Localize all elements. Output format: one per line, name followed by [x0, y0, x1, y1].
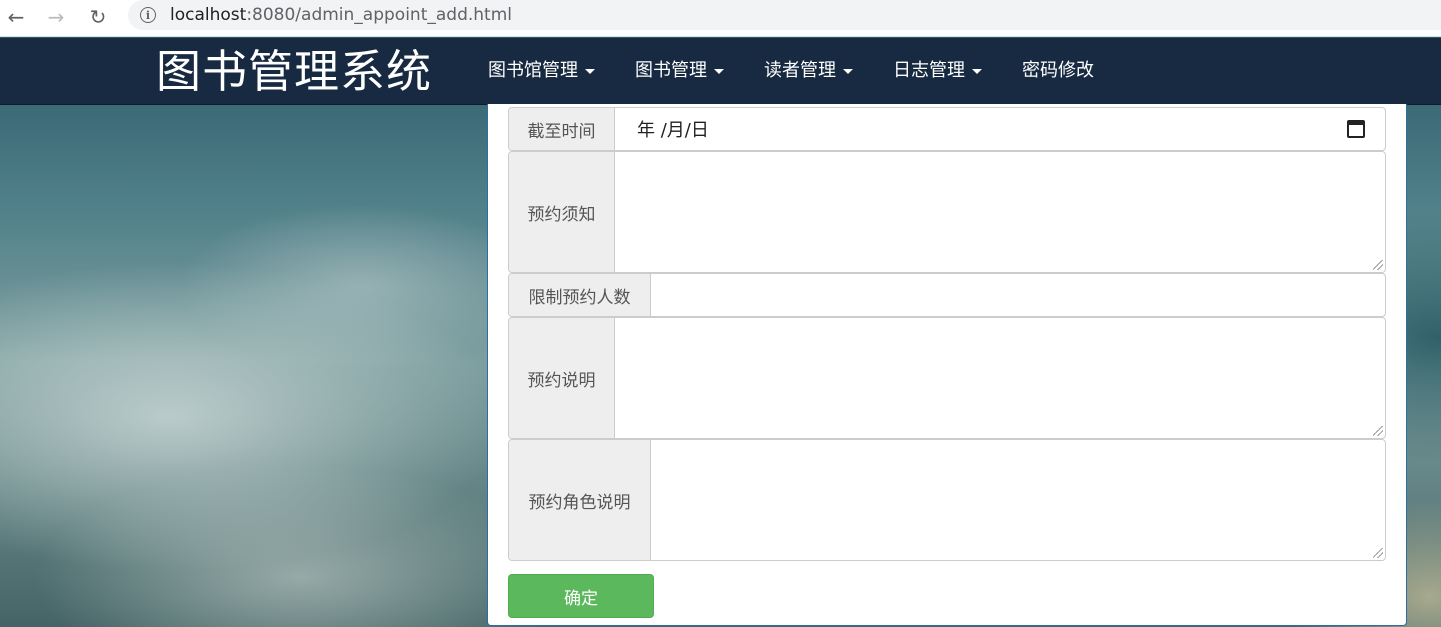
deadline-label: 截至时间	[509, 108, 615, 150]
url-host: localhost	[170, 5, 247, 25]
url-path: :8080/admin_appoint_add.html	[246, 5, 512, 25]
caret-down-icon	[972, 68, 982, 74]
resize-handle-icon[interactable]	[1373, 426, 1383, 436]
main-menu: 图书馆管理 图书管理 读者管理 日志管理 密码修改	[488, 60, 1134, 82]
resize-handle-icon[interactable]	[1373, 548, 1383, 558]
forward-icon[interactable]: →	[42, 3, 70, 31]
menu-label: 密码修改	[1022, 60, 1094, 81]
role-description-label: 预约角色说明	[509, 440, 651, 560]
reload-icon[interactable]: ↻	[84, 3, 112, 31]
menu-label: 图书馆管理	[488, 60, 578, 81]
limit-input[interactable]	[651, 274, 1385, 316]
caret-down-icon	[714, 68, 724, 74]
role-description-textarea[interactable]	[651, 440, 1385, 560]
description-textarea[interactable]	[615, 318, 1385, 438]
limit-row: 限制预约人数	[508, 273, 1386, 317]
deadline-row: 截至时间 年 /月/日	[508, 107, 1386, 151]
menu-reader-management[interactable]: 读者管理	[764, 60, 853, 82]
menu-book-management[interactable]: 图书管理	[635, 60, 724, 82]
menu-label: 读者管理	[764, 60, 836, 81]
date-placeholder: 年 /月/日	[637, 120, 709, 141]
info-icon[interactable]: i	[140, 7, 156, 23]
description-label: 预约说明	[509, 318, 615, 438]
role-description-row: 预约角色说明	[508, 439, 1386, 561]
confirm-button[interactable]: 确定	[508, 574, 654, 618]
description-row: 预约说明	[508, 317, 1386, 439]
top-navbar: 图书管理系统 图书馆管理 图书管理 读者管理 日志管理 密码修改	[0, 38, 1441, 105]
address-bar[interactable]: i localhost:8080/admin_appoint_add.html	[128, 0, 1441, 30]
menu-library-management[interactable]: 图书馆管理	[488, 60, 595, 82]
url-text[interactable]: localhost:8080/admin_appoint_add.html	[170, 5, 512, 25]
menu-label: 图书管理	[635, 60, 707, 81]
menu-label: 日志管理	[893, 60, 965, 81]
caret-down-icon	[843, 68, 853, 74]
brand-title[interactable]: 图书管理系统	[156, 46, 432, 98]
menu-log-management[interactable]: 日志管理	[893, 60, 982, 82]
notice-textarea[interactable]	[615, 152, 1385, 272]
notice-label: 预约须知	[509, 152, 615, 272]
calendar-icon[interactable]	[1347, 120, 1365, 138]
notice-row: 预约须知	[508, 151, 1386, 273]
menu-change-password[interactable]: 密码修改	[1022, 60, 1094, 82]
caret-down-icon	[585, 68, 595, 74]
limit-label: 限制预约人数	[509, 274, 651, 316]
back-icon[interactable]: ←	[2, 3, 30, 31]
appoint-form-panel: 截至时间 年 /月/日 预约须知 限制预约人数 预约说明 预约角色说明 确定	[487, 104, 1407, 626]
resize-handle-icon[interactable]	[1373, 260, 1383, 270]
browser-toolbar: ← → ↻ i localhost:8080/admin_appoint_add…	[0, 0, 1441, 37]
deadline-date-input[interactable]: 年 /月/日	[615, 108, 1385, 150]
